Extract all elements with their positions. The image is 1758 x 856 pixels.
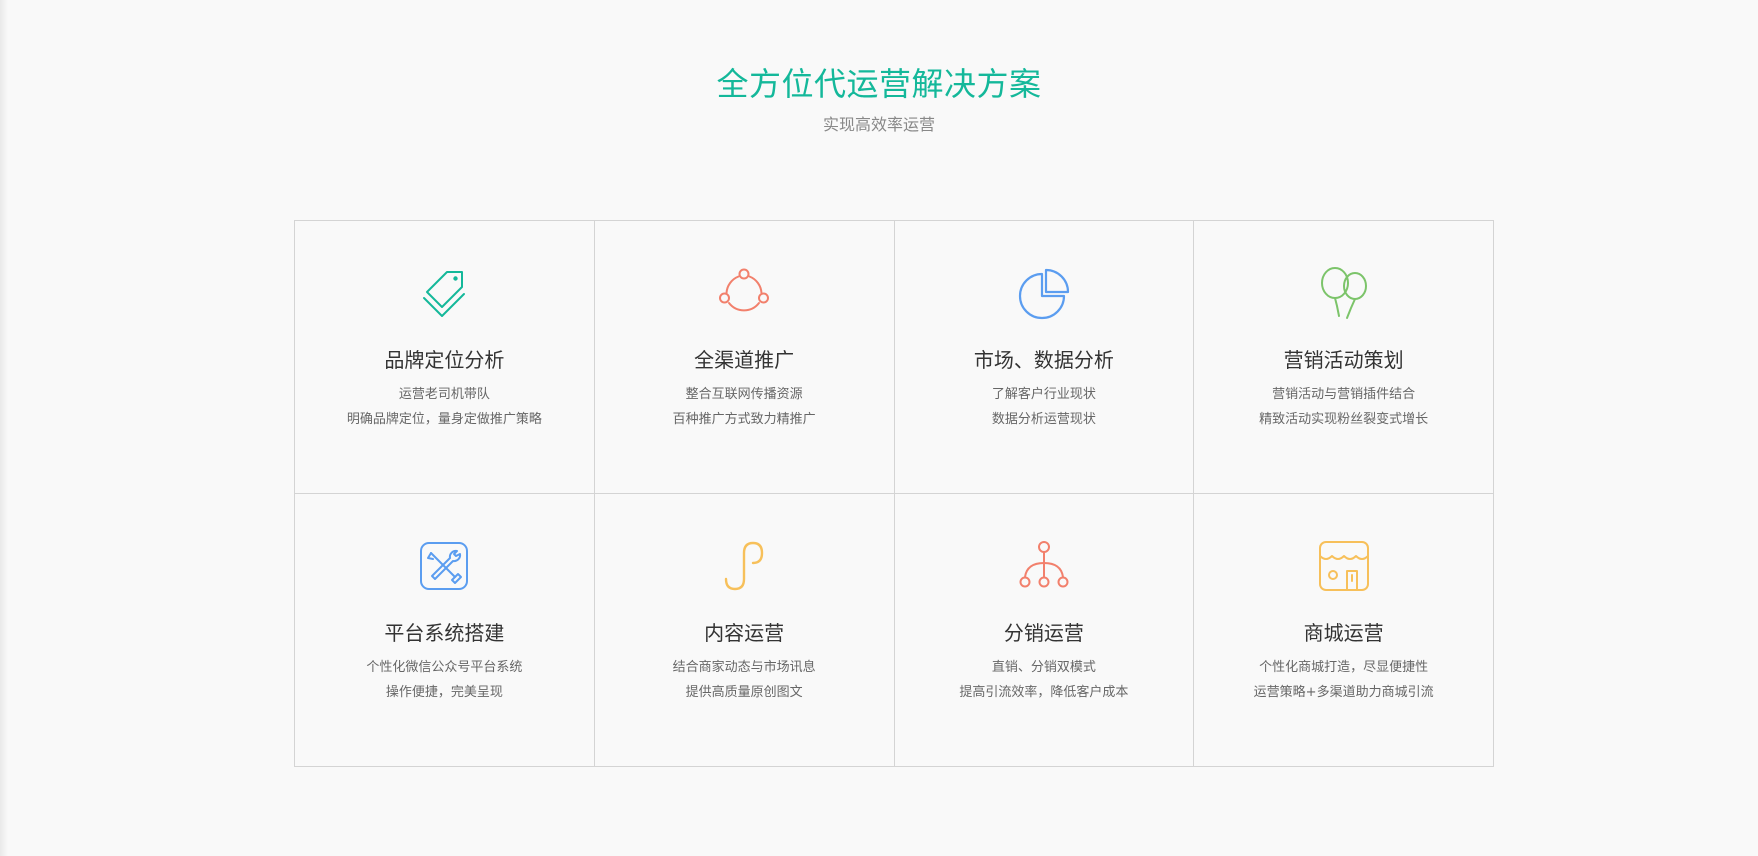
service-desc-line2: 精致活动实现粉丝裂变式增长 <box>1259 412 1429 427</box>
service-desc-line2: 运营策略+多渠道助力商城引流 <box>1253 685 1434 700</box>
service-desc-line1: 直销、分销双模式 <box>991 660 1096 675</box>
balloons-icon <box>1317 266 1371 320</box>
service-desc-line2: 明确品牌定位，量身定做推广策略 <box>346 412 542 427</box>
service-desc-line2: 操作便捷，完美呈现 <box>385 685 503 700</box>
service-card-market-data[interactable]: 市场、数据分析 了解客户行业现状 数据分析运营现状 <box>894 221 1195 494</box>
service-desc-line1: 结合商家动态与市场讯息 <box>672 660 816 675</box>
service-card-marketing-campaign[interactable]: 营销活动策划 营销活动与营销插件结合 精致活动实现粉丝裂变式增长 <box>1194 221 1494 494</box>
service-card-content-ops[interactable]: 内容运营 结合商家动态与市场讯息 提供高质量原创图文 <box>594 494 895 767</box>
price-tag-icon <box>417 266 471 320</box>
service-desc-line1: 营销活动与营销插件结合 <box>1272 387 1416 402</box>
service-desc-line2: 提供高质量原创图文 <box>685 685 803 700</box>
service-desc-line2: 百种推广方式致力精推广 <box>672 412 816 427</box>
tools-icon <box>417 539 471 593</box>
service-desc-line1: 了解客户行业现状 <box>991 387 1096 402</box>
service-desc-line1: 个性化商城打造，尽显便捷性 <box>1259 660 1429 675</box>
service-desc-line1: 整合互联网传播资源 <box>685 387 803 402</box>
service-title: 营销活动策划 <box>1283 348 1404 372</box>
service-desc-line1: 个性化微信公众号平台系统 <box>366 660 523 675</box>
service-title: 全渠道推广 <box>694 348 795 372</box>
service-card-mall-ops[interactable]: 商城运营 个性化商城打造，尽显便捷性 运营策略+多渠道助力商城引流 <box>1194 494 1494 767</box>
link-curve-icon <box>717 539 771 593</box>
hierarchy-icon <box>1017 539 1071 593</box>
service-desc-line2: 数据分析运营现状 <box>991 412 1096 427</box>
service-desc-line1: 运营老司机带队 <box>398 387 490 402</box>
service-card-omnichannel[interactable]: 全渠道推广 整合互联网传播资源 百种推广方式致力精推广 <box>594 221 895 494</box>
service-title: 商城运营 <box>1303 621 1384 645</box>
service-title: 品牌定位分析 <box>384 348 505 372</box>
pie-chart-icon <box>1017 266 1071 320</box>
service-desc-line2: 提高引流效率，降低客户成本 <box>959 685 1129 700</box>
service-card-platform-build[interactable]: 平台系统搭建 个性化微信公众号平台系统 操作便捷，完美呈现 <box>295 494 595 767</box>
section-title: 全方位代运营解决方案 <box>716 65 1042 103</box>
service-card-distribution[interactable]: 分销运营 直销、分销双模式 提高引流效率，降低客户成本 <box>894 494 1195 767</box>
service-title: 市场、数据分析 <box>973 348 1114 372</box>
share-nodes-icon <box>717 266 771 320</box>
service-title: 内容运营 <box>704 621 785 645</box>
service-title: 平台系统搭建 <box>384 621 505 645</box>
service-card-brand-positioning[interactable]: 品牌定位分析 运营老司机带队 明确品牌定位，量身定做推广策略 <box>295 221 595 494</box>
service-title: 分销运营 <box>1003 621 1084 645</box>
storefront-icon <box>1317 539 1371 593</box>
section-subtitle: 实现高效率运营 <box>822 115 935 134</box>
services-grid: 品牌定位分析 运营老司机带队 明确品牌定位，量身定做推广策略 全渠道推广 整合互… <box>294 220 1494 767</box>
